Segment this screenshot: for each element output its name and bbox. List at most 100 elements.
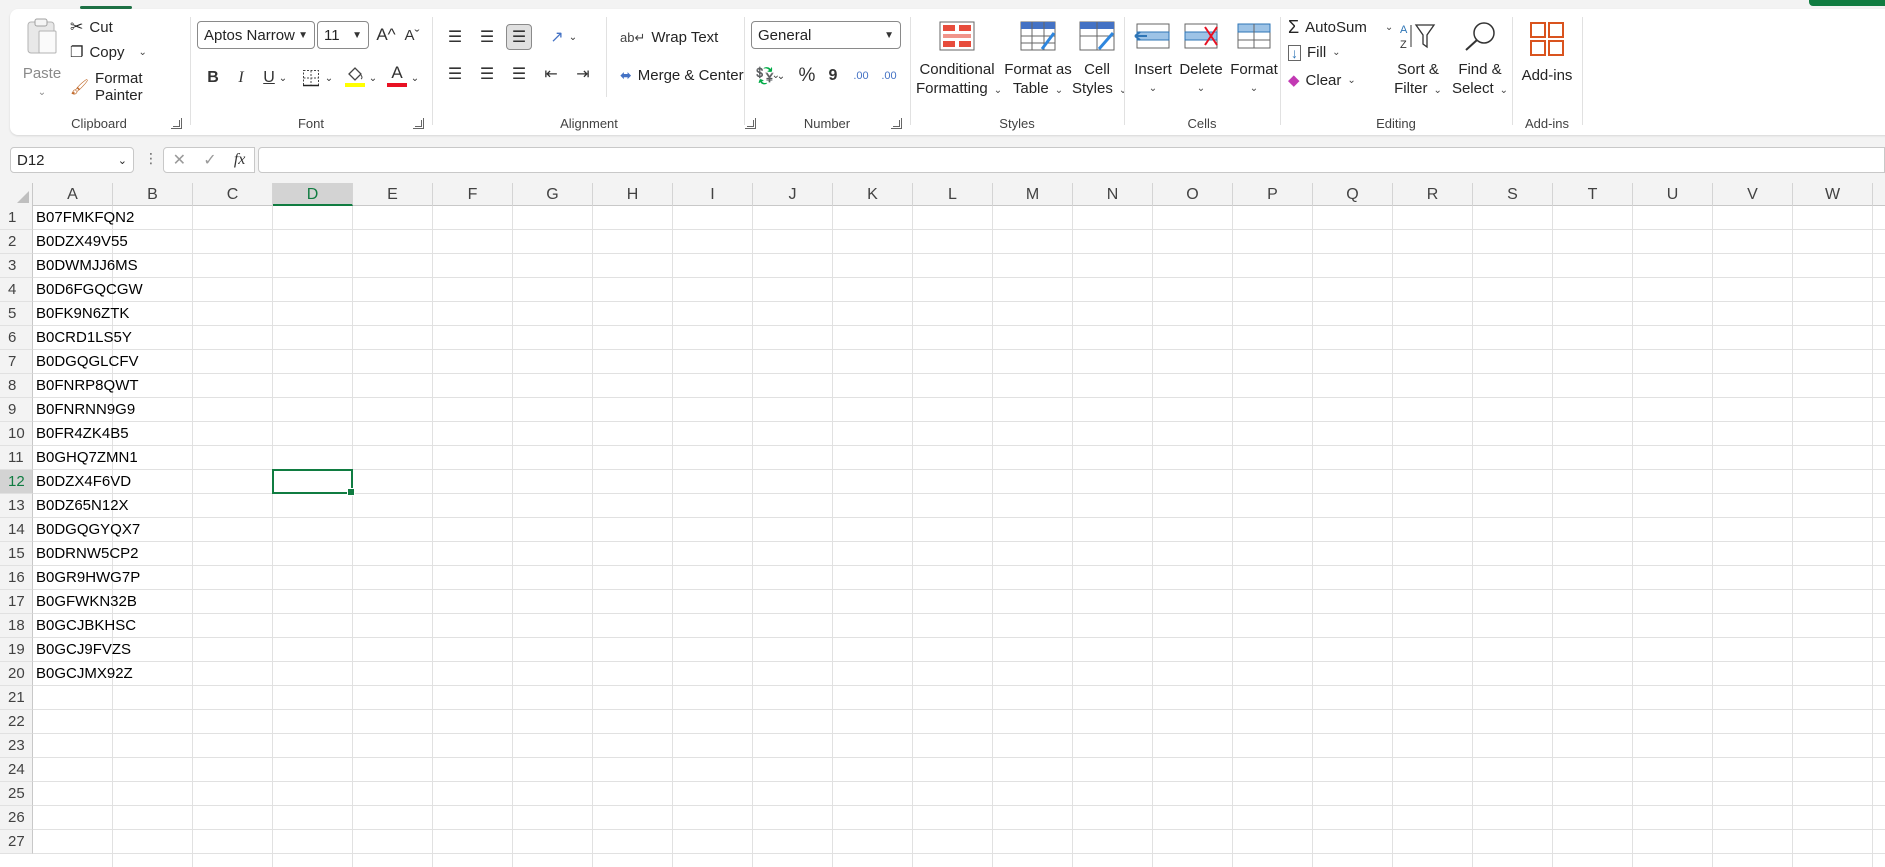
- cell-a10[interactable]: B0FR4ZK4B5: [33, 422, 129, 446]
- row-header[interactable]: 6: [0, 326, 33, 350]
- cell-a13[interactable]: B0DZ65N12X: [33, 494, 129, 518]
- fill-color-button[interactable]: [342, 63, 368, 89]
- row-header[interactable]: 18: [0, 614, 33, 638]
- sort-filter-button[interactable]: AZ Sort & Filter ⌄: [1390, 21, 1446, 100]
- cell-a14[interactable]: B0DGQGYQX7: [33, 518, 140, 542]
- column-header[interactable]: S: [1473, 183, 1553, 206]
- column-header[interactable]: M: [993, 183, 1073, 206]
- cancel-icon[interactable]: ✕: [173, 150, 186, 170]
- cell-a7[interactable]: B0DGQGLCFV: [33, 350, 139, 374]
- column-header[interactable]: C: [193, 183, 273, 206]
- middle-align-button[interactable]: ☰: [474, 24, 500, 50]
- find-select-button[interactable]: Find & Select ⌄: [1450, 21, 1510, 100]
- select-all-corner[interactable]: [0, 183, 33, 206]
- cell-a12[interactable]: B0DZX4F6VD: [33, 470, 131, 494]
- row-header[interactable]: 19: [0, 638, 33, 662]
- row-header[interactable]: 14: [0, 518, 33, 542]
- cell-a15[interactable]: B0DRNW5CP2: [33, 542, 139, 566]
- row-header[interactable]: 8: [0, 374, 33, 398]
- cell-a20[interactable]: B0GCJMX92Z: [33, 662, 133, 686]
- column-header[interactable]: P: [1233, 183, 1313, 206]
- insert-function-icon[interactable]: fx: [234, 151, 246, 169]
- top-align-button[interactable]: ☰: [442, 24, 468, 50]
- addins-button[interactable]: Add-ins: [1516, 21, 1578, 85]
- increase-decimal-button[interactable]: .00: [848, 63, 874, 89]
- wrap-text-button[interactable]: ab↵ Wrap Text: [620, 29, 718, 46]
- format-as-table-button[interactable]: Format as Table ⌄: [1004, 21, 1072, 100]
- borders-dropdown[interactable]: ⌄: [322, 65, 336, 91]
- bold-button[interactable]: B: [200, 65, 226, 91]
- active-cell-selection[interactable]: [272, 469, 355, 496]
- paste-button[interactable]: Paste ⌄: [22, 17, 62, 102]
- insert-button[interactable]: Insert ⌄: [1126, 21, 1180, 98]
- dialog-launcher-icon[interactable]: [171, 118, 182, 129]
- align-left-button[interactable]: ☰: [442, 61, 468, 87]
- fill-button[interactable]: ↓ Fill ⌄: [1288, 44, 1341, 61]
- cell-a8[interactable]: B0FNRP8QWT: [33, 374, 139, 398]
- cell-a1[interactable]: B07FMKFQN2: [33, 206, 134, 230]
- align-right-button[interactable]: ☰: [506, 61, 532, 87]
- chevron-down-icon[interactable]: ⌄: [138, 47, 146, 58]
- fill-color-dropdown[interactable]: ⌄: [366, 65, 380, 91]
- delete-button[interactable]: Delete ⌄: [1174, 21, 1228, 98]
- conditional-formatting-button[interactable]: Conditional Formatting ⌄: [916, 21, 1002, 100]
- copy-button[interactable]: ❐ Copy ⌄: [70, 43, 147, 62]
- decrease-indent-button[interactable]: ⇤: [538, 61, 564, 87]
- orientation-dropdown[interactable]: ⌄: [566, 24, 580, 50]
- format-cells-button[interactable]: Format ⌄: [1226, 21, 1282, 98]
- row-header[interactable]: 17: [0, 590, 33, 614]
- cell-a2[interactable]: B0DZX49V55: [33, 230, 128, 254]
- row-header[interactable]: 3: [0, 254, 33, 278]
- decrease-decimal-button[interactable]: .00: [876, 63, 902, 89]
- font-name-select[interactable]: Aptos Narrow ▼: [197, 21, 315, 49]
- row-header[interactable]: 26: [0, 806, 33, 830]
- column-header[interactable]: I: [673, 183, 753, 206]
- borders-button[interactable]: [298, 65, 324, 91]
- confirm-icon[interactable]: ✓: [203, 150, 216, 170]
- column-header[interactable]: G: [513, 183, 593, 206]
- row-header[interactable]: 23: [0, 734, 33, 758]
- column-header[interactable]: Q: [1313, 183, 1393, 206]
- column-header[interactable]: F: [433, 183, 513, 206]
- more-options-icon[interactable]: ⋮: [144, 150, 158, 167]
- column-header[interactable]: K: [833, 183, 913, 206]
- row-header[interactable]: 10: [0, 422, 33, 446]
- chevron-down-icon[interactable]: ⌄: [118, 154, 127, 167]
- row-header[interactable]: 24: [0, 758, 33, 782]
- formula-input[interactable]: [258, 147, 1885, 173]
- row-header[interactable]: 2: [0, 230, 33, 254]
- cell-styles-button[interactable]: Cell Styles⌄: [1072, 21, 1127, 100]
- row-header[interactable]: 9: [0, 398, 33, 422]
- bottom-align-button[interactable]: ☰: [506, 24, 532, 50]
- align-center-button[interactable]: ☰: [474, 61, 500, 87]
- row-header[interactable]: 1: [0, 206, 33, 230]
- increase-indent-button[interactable]: ⇥: [570, 61, 596, 87]
- column-header[interactable]: U: [1633, 183, 1713, 206]
- cell-a18[interactable]: B0GCJBKHSC: [33, 614, 136, 638]
- row-header[interactable]: 27: [0, 830, 33, 854]
- percent-style-button[interactable]: %: [794, 63, 820, 89]
- italic-button[interactable]: I: [228, 65, 254, 91]
- row-header[interactable]: 21: [0, 686, 33, 710]
- cell-a4[interactable]: B0D6FGQCGW: [33, 278, 143, 302]
- accounting-dropdown[interactable]: ⌄: [774, 63, 788, 89]
- comma-style-button[interactable]: 9: [820, 63, 846, 89]
- column-header[interactable]: T: [1553, 183, 1633, 206]
- row-header[interactable]: 16: [0, 566, 33, 590]
- cut-button[interactable]: ✂ Cut: [70, 17, 113, 37]
- font-color-dropdown[interactable]: ⌄: [408, 65, 422, 91]
- clear-button[interactable]: ◆ Clear ⌄: [1288, 71, 1356, 90]
- font-size-select[interactable]: 11 ▼: [317, 21, 369, 49]
- name-box[interactable]: D12 ⌄: [10, 147, 134, 173]
- row-header[interactable]: 4: [0, 278, 33, 302]
- column-header[interactable]: W: [1793, 183, 1873, 206]
- autosum-button[interactable]: Σ AutoSum ⌄: [1288, 17, 1393, 38]
- row-header[interactable]: 25: [0, 782, 33, 806]
- cell-a9[interactable]: B0FNRNN9G9: [33, 398, 135, 422]
- column-header[interactable]: N: [1073, 183, 1153, 206]
- column-header[interactable]: R: [1393, 183, 1473, 206]
- row-header[interactable]: 15: [0, 542, 33, 566]
- column-header[interactable]: D: [273, 183, 353, 206]
- row-header[interactable]: 7: [0, 350, 33, 374]
- cell-a16[interactable]: B0GR9HWG7P: [33, 566, 140, 590]
